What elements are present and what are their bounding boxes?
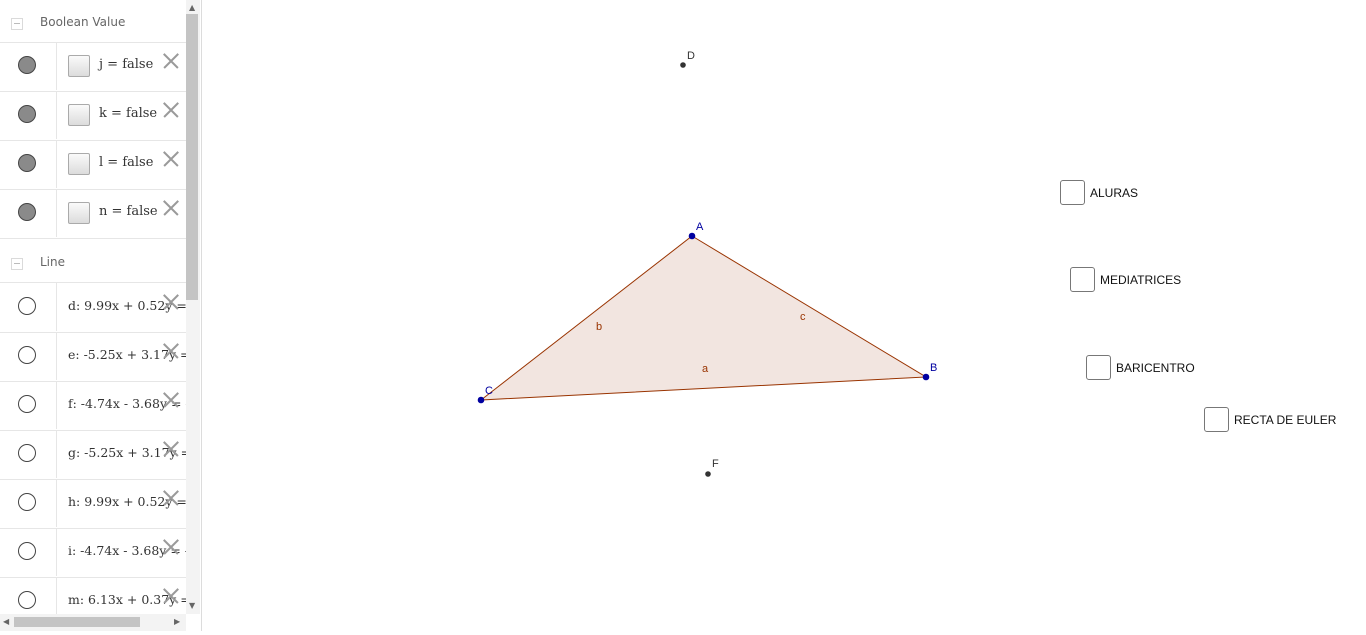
item-text-j[interactable]: j = false: [99, 57, 153, 72]
marble-cell: [0, 189, 57, 237]
list-item-h[interactable]: h: 9.99x + 0.52y =: [0, 479, 186, 529]
boolean-checkbox-l[interactable]: [68, 153, 90, 175]
visibility-toggle-icon[interactable]: [18, 297, 36, 315]
delete-icon[interactable]: [162, 101, 180, 119]
visibility-toggle-icon[interactable]: [18, 493, 36, 511]
marble-cell: [0, 430, 57, 478]
label-side-a: a: [702, 363, 709, 375]
collapse-icon[interactable]: [11, 258, 23, 270]
delete-icon[interactable]: [162, 489, 180, 507]
checkbox-label-alturas[interactable]: ALURAS: [1090, 186, 1138, 200]
boolean-checkbox-k[interactable]: [68, 104, 90, 126]
triangle-polygon[interactable]: [479, 235, 928, 401]
boolean-checkbox-j[interactable]: [68, 55, 90, 77]
delete-icon[interactable]: [162, 391, 180, 409]
marble-cell: [0, 91, 57, 139]
visibility-toggle-icon[interactable]: [18, 591, 36, 609]
scroll-up-icon[interactable]: ▲: [189, 4, 195, 12]
scroll-left-icon[interactable]: ◀: [3, 618, 9, 626]
delete-icon[interactable]: [162, 587, 180, 605]
visibility-toggle-icon[interactable]: [18, 542, 36, 560]
item-text-n[interactable]: n = false: [99, 204, 158, 219]
list-item-g[interactable]: g: -5.25x + 3.17y =: [0, 430, 186, 480]
list-item-l[interactable]: l = false: [0, 140, 186, 190]
item-text-l[interactable]: l = false: [99, 155, 153, 170]
checkbox-label-baricentro[interactable]: BARICENTRO: [1116, 361, 1195, 375]
delete-icon[interactable]: [162, 440, 180, 458]
list-item-n[interactable]: n = false: [0, 189, 186, 239]
point-b[interactable]: [922, 373, 930, 381]
label-point-d: D: [687, 50, 695, 62]
boolean-group-header[interactable]: Boolean Value: [0, 0, 186, 43]
visibility-toggle-icon[interactable]: [18, 203, 36, 221]
scroll-down-icon[interactable]: ▼: [189, 602, 195, 610]
visibility-toggle-icon[interactable]: [18, 395, 36, 413]
scroll-right-icon[interactable]: ▶: [174, 618, 180, 626]
boolean-checkbox-n[interactable]: [68, 202, 90, 224]
algebra-view: Boolean Value j = false k = false l = fa…: [0, 0, 202, 631]
visibility-toggle-icon[interactable]: [18, 105, 36, 123]
checkbox-recta-de-euler[interactable]: [1204, 407, 1229, 432]
algebra-list: Boolean Value j = false k = false l = fa…: [0, 0, 186, 614]
delete-icon[interactable]: [162, 293, 180, 311]
marble-cell: [0, 528, 57, 576]
group-label-boolean: Boolean Value: [40, 15, 126, 29]
checkbox-label-recta-de-euler[interactable]: RECTA DE EULER: [1234, 413, 1336, 427]
marble-cell: [0, 479, 57, 527]
label-point-b: B: [930, 362, 937, 374]
list-item-j[interactable]: j = false: [0, 42, 186, 92]
marble-cell: [0, 140, 57, 188]
visibility-toggle-icon[interactable]: [18, 154, 36, 172]
delete-icon[interactable]: [162, 538, 180, 556]
label-point-f: F: [712, 458, 719, 470]
line-group-header[interactable]: Line: [0, 240, 186, 283]
item-text-k[interactable]: k = false: [99, 106, 157, 121]
marble-cell: [0, 381, 57, 429]
point-a[interactable]: [688, 232, 696, 240]
visibility-toggle-icon[interactable]: [18, 444, 36, 462]
checkbox-mediatrices[interactable]: [1070, 267, 1095, 292]
label-point-c: C: [485, 385, 493, 397]
group-label-line: Line: [40, 255, 66, 269]
list-item-k[interactable]: k = false: [0, 91, 186, 141]
point-c[interactable]: [477, 396, 485, 404]
delete-icon[interactable]: [162, 150, 180, 168]
horizontal-scroll-thumb[interactable]: [14, 617, 140, 627]
graphics-view[interactable]: A B C D F a b c ALURAS MEDIATRICES BARIC…: [202, 0, 1366, 631]
marble-cell: [0, 577, 57, 614]
list-item-f[interactable]: f: -4.74x - 3.68y = -: [0, 381, 186, 431]
delete-icon[interactable]: [162, 342, 180, 360]
label-side-c: c: [800, 311, 806, 323]
label-side-b: b: [596, 321, 602, 333]
point-d[interactable]: [680, 62, 686, 68]
delete-icon[interactable]: [162, 199, 180, 217]
checkbox-label-mediatrices[interactable]: MEDIATRICES: [1100, 273, 1181, 287]
marble-cell: [0, 332, 57, 380]
checkbox-baricentro[interactable]: [1086, 355, 1111, 380]
list-item-d[interactable]: d: 9.99x + 0.52y =: [0, 283, 186, 333]
collapse-icon[interactable]: [11, 18, 23, 30]
visibility-toggle-icon[interactable]: [18, 346, 36, 364]
list-item-m[interactable]: m: 6.13x + 0.37y =: [0, 577, 186, 614]
marble-cell: [0, 42, 57, 90]
list-item-e[interactable]: e: -5.25x + 3.17y =: [0, 332, 186, 382]
list-item-i[interactable]: i: -4.74x - 3.68y = -: [0, 528, 186, 578]
visibility-toggle-icon[interactable]: [18, 56, 36, 74]
delete-icon[interactable]: [162, 52, 180, 70]
checkbox-alturas[interactable]: [1060, 180, 1085, 205]
marble-cell: [0, 283, 57, 331]
label-point-a: A: [696, 221, 704, 233]
graphics-canvas[interactable]: A B C D F a b c: [202, 0, 1366, 631]
point-f[interactable]: [705, 471, 711, 477]
vertical-scroll-thumb[interactable]: [186, 14, 198, 300]
